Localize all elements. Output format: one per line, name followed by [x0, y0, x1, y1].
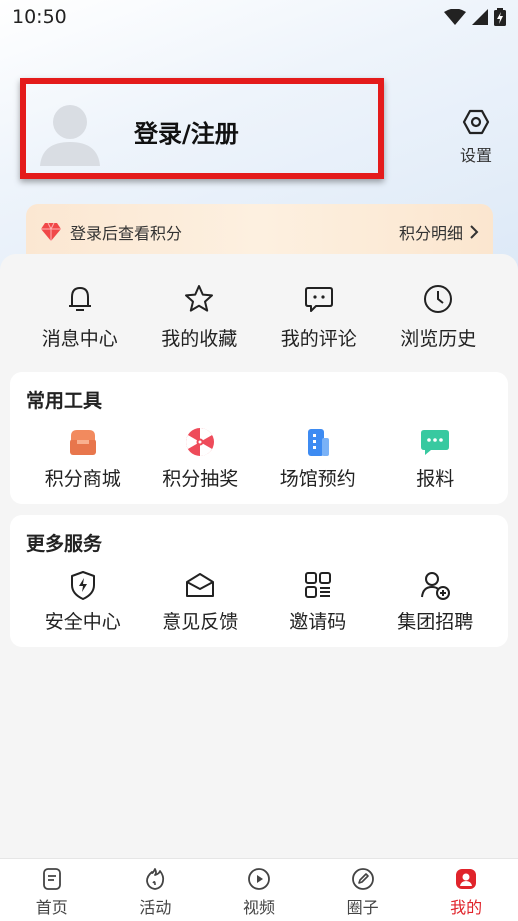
- points-hint: 登录后查看积分: [70, 224, 183, 243]
- tool-label: 积分抽奖: [162, 468, 239, 490]
- chevron-right-icon: [470, 225, 479, 239]
- service-label: 安全中心: [44, 611, 121, 633]
- tab-label: 活动: [139, 898, 172, 917]
- service-label: 意见反馈: [162, 611, 239, 633]
- tab-label: 首页: [35, 898, 68, 917]
- comment-icon: [304, 287, 333, 312]
- bell-icon: [68, 286, 91, 311]
- document-icon: [42, 868, 61, 890]
- tool-venue-booking[interactable]: 场馆预约: [259, 426, 377, 491]
- service-invite-code[interactable]: 邀请码: [259, 569, 377, 634]
- wifi-icon: [444, 9, 466, 25]
- tools-title: 常用工具: [26, 390, 103, 412]
- points-detail-link[interactable]: 积分明细: [399, 220, 479, 244]
- service-feedback[interactable]: 意见反馈: [142, 569, 260, 634]
- tab-home[interactable]: 首页: [12, 867, 92, 918]
- service-label: 邀请码: [289, 611, 347, 633]
- flame-icon: [146, 868, 165, 890]
- quick-item-messages[interactable]: 消息中心: [20, 282, 140, 351]
- status-icons: [444, 8, 506, 26]
- quick-label: 我的评论: [280, 328, 357, 350]
- service-recruitment[interactable]: 集团招聘: [377, 569, 495, 634]
- tool-points-lottery[interactable]: 积分抽奖: [142, 426, 260, 491]
- tab-label: 视频: [242, 898, 275, 917]
- pen-icon: [351, 868, 374, 890]
- profile-icon: [456, 869, 477, 889]
- tool-label: 报料: [416, 468, 455, 490]
- tool-label: 场馆预约: [279, 468, 356, 490]
- status-time: 10:50: [12, 6, 67, 28]
- status-bar: 10:50: [0, 0, 518, 34]
- play-icon: [248, 868, 270, 890]
- service-label: 集团招聘: [397, 611, 474, 633]
- shield-bolt-icon: [70, 571, 95, 600]
- chat-dots-icon: [421, 430, 450, 455]
- quick-label: 浏览历史: [400, 328, 477, 350]
- gear-icon: [462, 109, 490, 135]
- tab-mine[interactable]: 我的: [426, 867, 506, 918]
- tools-card: 常用工具 积分商城 积分抽奖 场馆预约 报料: [10, 372, 508, 504]
- quick-label: 消息中心: [41, 328, 118, 350]
- tab-label: 圈子: [346, 898, 379, 917]
- quick-item-history[interactable]: 浏览历史: [379, 282, 499, 351]
- battery-icon: [494, 8, 506, 26]
- quick-label: 我的收藏: [161, 328, 238, 350]
- clock-icon: [424, 285, 453, 313]
- login-register-label[interactable]: 登录/注册: [134, 114, 239, 149]
- tool-points-mall[interactable]: 积分商城: [24, 426, 142, 491]
- qr-grid-icon: [304, 572, 331, 598]
- quick-actions: 消息中心 我的收藏 我的评论 浏览历史: [20, 282, 498, 351]
- star-icon: [185, 285, 214, 312]
- tab-circle[interactable]: 圈子: [323, 867, 403, 918]
- tab-video[interactable]: 视频: [219, 867, 299, 918]
- points-detail-label: 积分明细: [398, 224, 463, 243]
- services-card: 更多服务 安全中心 意见反馈 邀请码 集团招聘: [10, 515, 508, 647]
- points-banner[interactable]: 登录后查看积分 积分明细: [26, 204, 493, 256]
- tab-activities[interactable]: 活动: [115, 867, 195, 918]
- building-icon: [307, 429, 329, 456]
- shop-icon: [69, 430, 96, 455]
- envelope-icon: [186, 573, 215, 597]
- avatar[interactable]: [36, 98, 104, 166]
- signal-icon: [472, 9, 488, 25]
- tool-report-tip[interactable]: 报料: [377, 426, 495, 491]
- settings-label: 设置: [459, 146, 492, 165]
- quick-item-comments[interactable]: 我的评论: [259, 282, 379, 351]
- main-panel: 消息中心 我的收藏 我的评论 浏览历史 常用工具 积分商城 积分抽奖 场馆预约 …: [0, 254, 518, 858]
- service-security-center[interactable]: 安全中心: [24, 569, 142, 634]
- lottery-wheel-icon: [186, 428, 215, 456]
- tool-label: 积分商城: [44, 468, 121, 490]
- diamond-icon: [41, 222, 61, 241]
- tab-label: 我的: [450, 898, 483, 917]
- settings-button[interactable]: 设置: [448, 108, 504, 168]
- user-add-icon: [421, 572, 451, 600]
- services-title: 更多服务: [26, 533, 103, 555]
- quick-item-favorites[interactable]: 我的收藏: [140, 282, 260, 351]
- login-register-area[interactable]: 登录/注册: [20, 78, 384, 179]
- bottom-tab-bar: 首页 活动 视频 圈子 我的: [0, 858, 518, 921]
